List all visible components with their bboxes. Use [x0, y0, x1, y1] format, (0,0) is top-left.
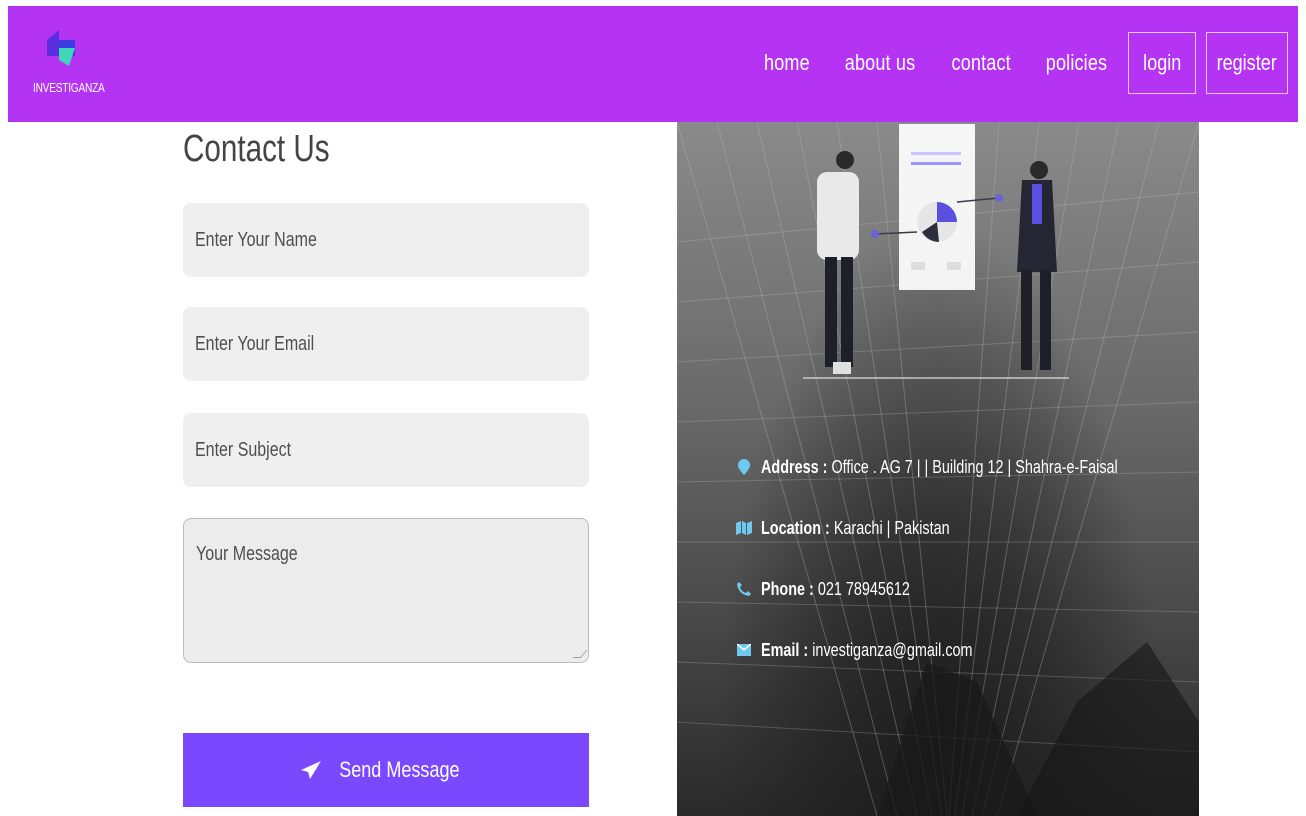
logo-icon [47, 30, 75, 66]
contact-info-panel: Address : Office . AG 7 | | Building 12 … [677, 122, 1199, 816]
resize-handle[interactable] [572, 650, 588, 658]
register-button[interactable]: register [1206, 32, 1288, 94]
contact-info-list: Address : Office . AG 7 | | Building 12 … [733, 452, 1199, 696]
email-row: Email : investiganza@gmail.com [733, 635, 1199, 665]
nav-home-link[interactable]: home [764, 50, 810, 76]
paper-plane-icon [300, 761, 321, 779]
nav-contact-link[interactable]: contact [951, 50, 1010, 76]
email-placeholder: Enter Your Email [195, 332, 315, 355]
address-label: Address : [761, 456, 828, 477]
subject-placeholder: Enter Subject [195, 438, 292, 461]
brand-name: INVESTIGANZA [33, 80, 105, 95]
nav-links: home about us contact policies login reg… [759, 32, 1288, 94]
name-input[interactable]: Enter Your Name [183, 203, 589, 277]
phone-value: 021 78945612 [817, 578, 910, 599]
nav-about-link[interactable]: about us [844, 50, 915, 76]
send-label: Send Message [338, 757, 460, 782]
email-input[interactable]: Enter Your Email [183, 307, 589, 381]
address-row: Address : Office . AG 7 | | Building 12 … [733, 452, 1199, 482]
name-placeholder: Enter Your Name [195, 228, 317, 251]
message-textarea[interactable]: Your Message [183, 518, 589, 663]
brand-logo[interactable]: INVESTIGANZA [33, 26, 123, 96]
map-icon [733, 521, 755, 535]
email-label: Email : [761, 639, 809, 660]
address-value: Office . AG 7 | | Building 12 | Shahra-e… [831, 456, 1118, 477]
envelope-icon [733, 644, 755, 656]
location-value: Karachi | Pakistan [833, 517, 950, 538]
register-label: register [1216, 50, 1278, 75]
nav-policies-link[interactable]: policies [1046, 50, 1107, 76]
subject-input[interactable]: Enter Subject [183, 413, 589, 487]
map-marker-icon [733, 459, 755, 475]
location-row: Location : Karachi | Pakistan [733, 513, 1199, 543]
contact-title: Contact Us [183, 128, 330, 170]
email-value[interactable]: investiganza@gmail.com [812, 640, 972, 660]
phone-label: Phone : [761, 578, 814, 599]
phone-row: Phone : 021 78945612 [733, 574, 1199, 604]
send-message-button[interactable]: Send Message [183, 733, 589, 807]
login-label: login [1142, 50, 1182, 75]
message-placeholder: Your Message [196, 543, 298, 565]
location-label: Location : [761, 517, 830, 538]
phone-icon [733, 582, 755, 596]
top-navbar: INVESTIGANZA home about us contact polic… [8, 6, 1298, 122]
login-button[interactable]: login [1128, 32, 1196, 94]
